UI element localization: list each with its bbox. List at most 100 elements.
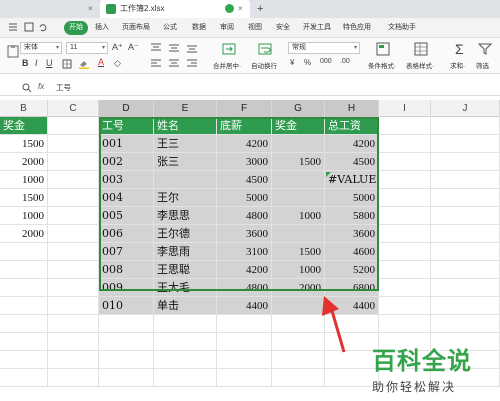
menu-page-layout[interactable]: 页面布局 <box>122 21 150 35</box>
cell[interactable] <box>48 369 99 387</box>
base-cell[interactable]: 3600 <box>217 225 272 243</box>
header-cell-base[interactable]: 底薪 <box>217 117 272 135</box>
header-cell-bonus[interactable]: 奖金 <box>272 117 325 135</box>
cell[interactable] <box>217 315 272 333</box>
cell[interactable] <box>154 369 217 387</box>
total-cell[interactable]: 5200 <box>325 261 379 279</box>
sum-label[interactable]: 求和· <box>450 60 465 70</box>
menu-view[interactable]: 视图 <box>248 21 262 35</box>
underline-icon[interactable]: U <box>46 58 53 68</box>
align-left-icon[interactable] <box>150 59 162 69</box>
bonus-cell[interactable] <box>272 189 325 207</box>
header-cell-id[interactable]: 工号 <box>99 117 154 135</box>
name-cell[interactable]: 王三 <box>154 135 217 153</box>
total-cell[interactable]: 4200 <box>325 135 379 153</box>
cell[interactable] <box>431 225 500 243</box>
cell[interactable] <box>379 225 431 243</box>
cell[interactable] <box>48 261 99 279</box>
bonus-cell[interactable] <box>272 297 325 315</box>
cell[interactable] <box>431 153 500 171</box>
base-cell[interactable]: 4400 <box>217 297 272 315</box>
bonus-cell[interactable]: 1500 <box>272 153 325 171</box>
save-icon[interactable] <box>24 22 34 32</box>
cell[interactable] <box>99 315 154 333</box>
bonus-cell[interactable]: 1500 <box>0 135 48 153</box>
hamburger-menu-icon[interactable] <box>8 22 18 32</box>
cell[interactable] <box>431 297 500 315</box>
base-cell[interactable]: 3100 <box>217 243 272 261</box>
cell[interactable] <box>379 117 431 135</box>
cell[interactable] <box>379 171 431 189</box>
align-middle-icon[interactable] <box>168 43 180 53</box>
name-cell[interactable]: 李思思 <box>154 207 217 225</box>
cell[interactable] <box>48 117 99 135</box>
cell[interactable] <box>431 279 500 297</box>
cell[interactable] <box>325 369 379 387</box>
header-cell-name[interactable]: 姓名 <box>154 117 217 135</box>
header-cell-total[interactable]: 总工资 <box>325 117 379 135</box>
currency-icon[interactable]: ¥ <box>290 58 294 67</box>
id-cell[interactable]: 008 <box>99 261 154 279</box>
filter-icon[interactable] <box>478 42 492 56</box>
cell[interactable] <box>48 225 99 243</box>
cell[interactable] <box>217 351 272 369</box>
base-cell[interactable]: 4500 <box>217 171 272 189</box>
base-cell[interactable]: 3000 <box>217 153 272 171</box>
font-size-select[interactable]: 11 ▾ <box>66 42 108 54</box>
formula-input[interactable]: 工号 <box>52 81 492 94</box>
bonus-cell[interactable]: 2000 <box>272 279 325 297</box>
cell[interactable] <box>379 135 431 153</box>
column-header-i[interactable]: I <box>379 100 431 117</box>
base-cell[interactable]: 4800 <box>217 279 272 297</box>
cell[interactable] <box>48 171 99 189</box>
total-cell[interactable]: 3600 <box>325 225 379 243</box>
name-cell[interactable]: 王尔 <box>154 189 217 207</box>
menu-data[interactable]: 数据 <box>192 21 206 35</box>
increase-font-icon[interactable]: A⁺ <box>112 42 123 53</box>
id-cell[interactable]: 005 <box>99 207 154 225</box>
cell[interactable] <box>217 333 272 351</box>
table-style-icon[interactable] <box>414 42 428 56</box>
cell[interactable] <box>379 279 431 297</box>
cell[interactable] <box>431 171 500 189</box>
cell[interactable] <box>48 351 99 369</box>
bonus-cell[interactable]: 2000 <box>0 153 48 171</box>
clear-format-icon[interactable]: ◇ <box>114 58 121 69</box>
paste-icon[interactable] <box>6 44 20 58</box>
menu-developer[interactable]: 开发工具 <box>303 21 331 35</box>
bonus-header-cell[interactable]: 奖金 <box>0 117 48 135</box>
id-cell[interactable]: 002 <box>99 153 154 171</box>
cell[interactable] <box>379 243 431 261</box>
name-cell[interactable]: 单击 <box>154 297 217 315</box>
name-cell[interactable]: 王大毛 <box>154 279 217 297</box>
cell[interactable] <box>99 369 154 387</box>
menu-formulas[interactable]: 公式 <box>163 21 177 35</box>
id-cell[interactable]: 007 <box>99 243 154 261</box>
column-header-f[interactable]: F <box>217 100 272 117</box>
cell[interactable] <box>48 333 99 351</box>
number-format-select[interactable]: 常规 ▾ <box>288 42 360 54</box>
id-cell[interactable]: 010 <box>99 297 154 315</box>
cell[interactable] <box>272 369 325 387</box>
cell[interactable] <box>48 189 99 207</box>
fill-color-icon[interactable] <box>78 59 90 69</box>
cell[interactable] <box>431 243 500 261</box>
wrap-text-icon[interactable] <box>258 42 272 56</box>
italic-icon[interactable]: I <box>35 58 38 68</box>
cell[interactable] <box>48 243 99 261</box>
id-cell[interactable]: 004 <box>99 189 154 207</box>
name-cell[interactable] <box>154 171 217 189</box>
bonus-cell[interactable]: 1000 <box>0 171 48 189</box>
cell[interactable] <box>0 333 48 351</box>
sum-icon[interactable]: Σ <box>455 41 464 57</box>
cell[interactable] <box>272 315 325 333</box>
cell[interactable] <box>431 189 500 207</box>
cell[interactable] <box>379 153 431 171</box>
menu-review[interactable]: 审阅 <box>220 21 234 35</box>
cell[interactable] <box>379 315 431 333</box>
bonus-cell[interactable] <box>272 171 325 189</box>
cell[interactable] <box>0 279 48 297</box>
percent-icon[interactable]: % <box>304 58 311 67</box>
menu-insert[interactable]: 插入 <box>95 21 109 35</box>
cell[interactable] <box>154 351 217 369</box>
